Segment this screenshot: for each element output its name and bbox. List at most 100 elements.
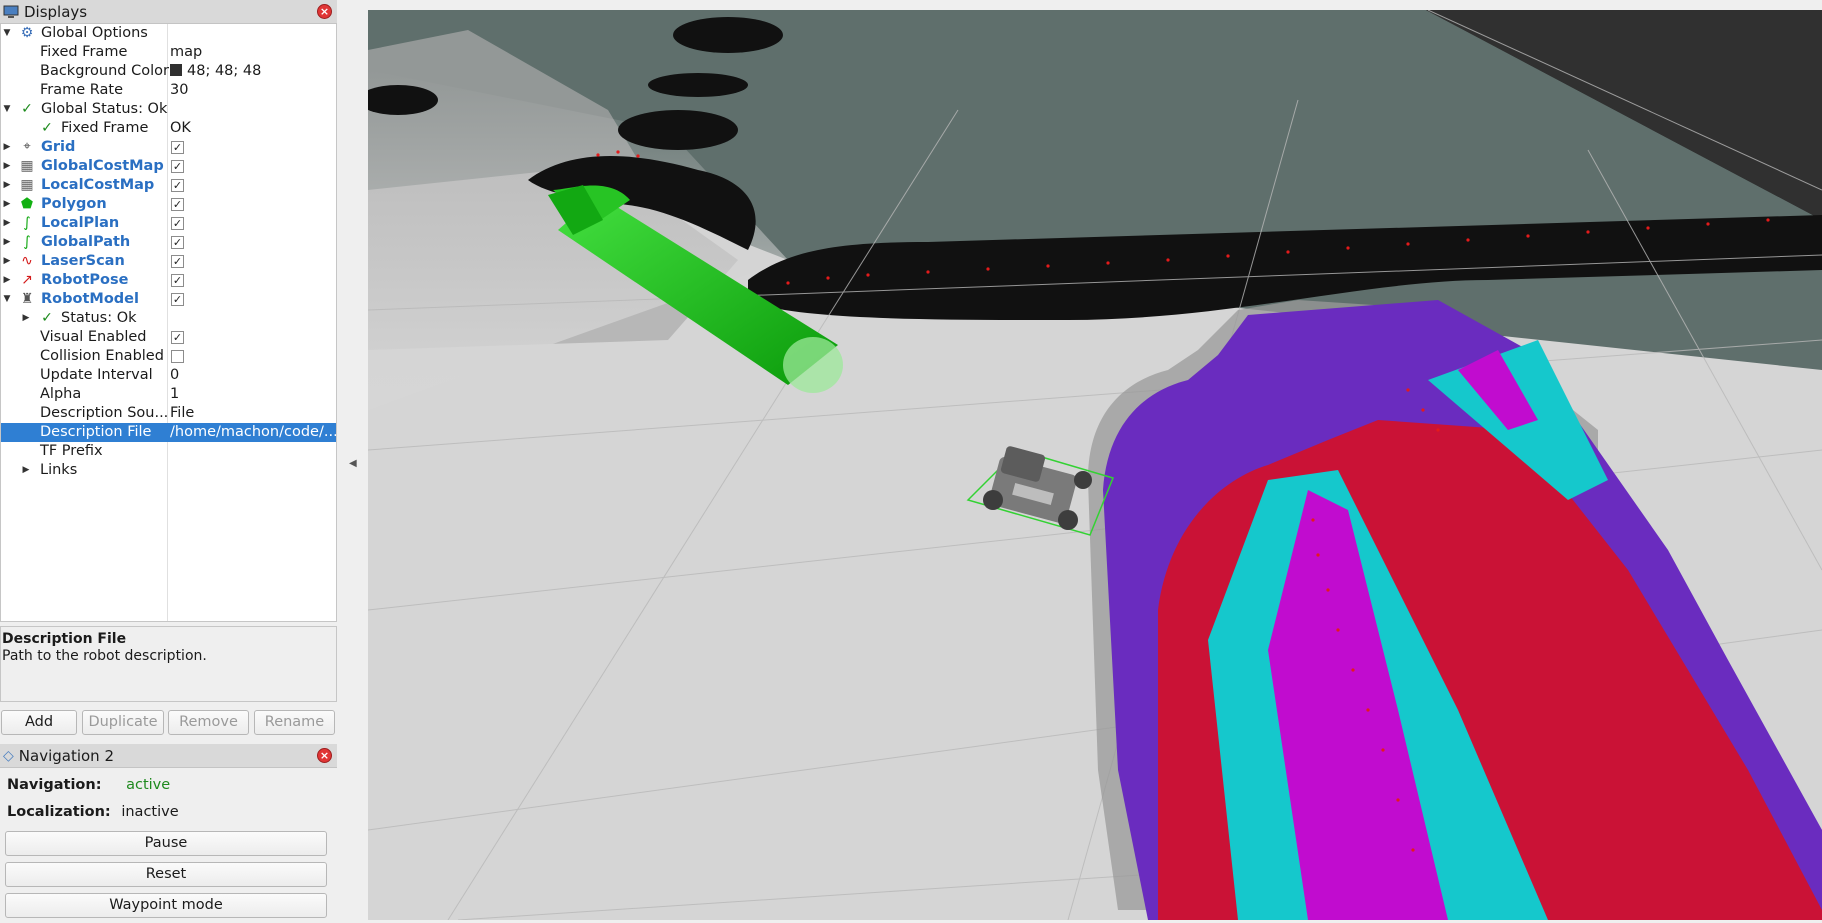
tree-label: Visual Enabled bbox=[40, 329, 147, 345]
tree-row-polygon[interactable]: ▶ ⬟ Polygon ✓ bbox=[1, 195, 336, 214]
collapse-arrow-icon[interactable]: ▶ bbox=[2, 176, 12, 195]
robot-pose-checkbox[interactable]: ✓ bbox=[171, 274, 184, 287]
update-interval-value[interactable]: 0 bbox=[170, 366, 336, 385]
local-costmap-checkbox[interactable]: ✓ bbox=[171, 179, 184, 192]
color-swatch bbox=[170, 64, 182, 76]
tree-label: Update Interval bbox=[40, 367, 153, 383]
polygon-checkbox[interactable]: ✓ bbox=[171, 198, 184, 211]
tree-row-links[interactable]: ▶ Links bbox=[1, 461, 336, 480]
tree-row-frame-rate[interactable]: Frame Rate 30 bbox=[1, 81, 336, 100]
collapse-arrow-icon[interactable]: ▶ bbox=[2, 233, 12, 252]
path-icon: ∫ bbox=[23, 215, 31, 231]
fixed-frame-value[interactable]: map bbox=[170, 43, 336, 62]
global-costmap-checkbox[interactable]: ✓ bbox=[171, 160, 184, 173]
collapse-arrow-icon[interactable]: ▶ bbox=[21, 461, 31, 480]
tree-row-grid[interactable]: ▶ ⌖ Grid ✓ bbox=[1, 138, 336, 157]
tree-row-global-options[interactable]: ▼ ⚙ Global Options bbox=[1, 24, 336, 43]
frame-rate-value[interactable]: 30 bbox=[170, 81, 336, 100]
collapse-arrow-icon[interactable]: ▶ bbox=[2, 157, 12, 176]
robot-icon: ♜ bbox=[20, 291, 34, 307]
remove-button[interactable]: Remove bbox=[168, 710, 249, 735]
displays-panel: Displays × ▼ ⚙ Global Options Fixed Fram… bbox=[0, 0, 337, 740]
close-navigation-button[interactable]: × bbox=[317, 748, 332, 763]
tree-row-laser-scan[interactable]: ▶ ∿ LaserScan ✓ bbox=[1, 252, 336, 271]
collapse-arrow-icon[interactable]: ▶ bbox=[2, 214, 12, 233]
tree-label: Fixed Frame bbox=[40, 44, 128, 60]
collapse-arrow-icon[interactable]: ▶ bbox=[2, 271, 12, 290]
tree-label: Frame Rate bbox=[40, 82, 124, 98]
tree-row-local-costmap[interactable]: ▶ ▦ LocalCostMap ✓ bbox=[1, 176, 336, 195]
tree-row-visual-enabled[interactable]: Visual Enabled ✓ bbox=[1, 328, 336, 347]
tree-row-fixed-frame-status[interactable]: ✓ Fixed Frame OK bbox=[1, 119, 336, 138]
collision-enabled-checkbox[interactable] bbox=[171, 350, 184, 363]
waypoint-mode-button[interactable]: Waypoint mode bbox=[5, 893, 327, 918]
render-viewport[interactable] bbox=[368, 10, 1822, 920]
reset-button[interactable]: Reset bbox=[5, 862, 327, 887]
localization-value: inactive bbox=[121, 804, 179, 820]
tree-row-global-costmap[interactable]: ▶ ▦ GlobalCostMap ✓ bbox=[1, 157, 336, 176]
tree-row-global-status[interactable]: ▼ ✓ Global Status: Ok bbox=[1, 100, 336, 119]
tree-label: Description File bbox=[40, 424, 152, 440]
background-color-value[interactable]: 48; 48; 48 bbox=[170, 62, 336, 81]
display-tree[interactable]: ▼ ⚙ Global Options Fixed Frame map Backg… bbox=[0, 24, 337, 622]
tree-row-robot-model[interactable]: ▼ ♜ RobotModel ✓ bbox=[1, 290, 336, 309]
add-button[interactable]: Add bbox=[1, 710, 77, 735]
check-icon: ✓ bbox=[21, 101, 33, 117]
property-description: Description File Path to the robot descr… bbox=[0, 626, 337, 702]
obstacle-blob-3 bbox=[648, 73, 748, 97]
tree-label: GlobalCostMap bbox=[41, 158, 164, 174]
tree-label: LocalCostMap bbox=[41, 177, 155, 193]
collapse-arrow-icon[interactable]: ▶ bbox=[2, 195, 12, 214]
navigation-status: Navigation: active bbox=[7, 777, 170, 793]
polygon-icon: ⬟ bbox=[20, 196, 34, 212]
navigation-value: active bbox=[126, 777, 171, 793]
tree-label: Fixed Frame bbox=[61, 120, 149, 136]
tree-row-robot-pose[interactable]: ▶ ↗ RobotPose ✓ bbox=[1, 271, 336, 290]
display-button-row: Add Duplicate Remove Rename bbox=[0, 710, 337, 735]
collapse-left-icon[interactable]: ◀ bbox=[349, 458, 357, 469]
tree-row-collision-enabled[interactable]: Collision Enabled bbox=[1, 347, 336, 366]
tree-row-description-file[interactable]: Description File /home/machon/code/... bbox=[1, 423, 336, 442]
tree-label: Description Sou... bbox=[40, 405, 169, 421]
tree-row-update-interval[interactable]: Update Interval 0 bbox=[1, 366, 336, 385]
tree-row-local-plan[interactable]: ▶ ∫ LocalPlan ✓ bbox=[1, 214, 336, 233]
panel-splitter[interactable]: ◀ bbox=[337, 0, 368, 923]
obstacle-blob-2 bbox=[618, 110, 738, 150]
global-path-checkbox[interactable]: ✓ bbox=[171, 236, 184, 249]
grid-checkbox[interactable]: ✓ bbox=[171, 141, 184, 154]
tree-row-tf-prefix[interactable]: TF Prefix bbox=[1, 442, 336, 461]
collapse-arrow-icon[interactable]: ▶ bbox=[21, 309, 31, 328]
collapse-arrow-icon[interactable]: ▶ bbox=[2, 138, 12, 157]
obstacle-blob-1 bbox=[673, 17, 783, 53]
tree-label: LocalPlan bbox=[41, 215, 120, 231]
pause-button[interactable]: Pause bbox=[5, 831, 327, 856]
description-source-value[interactable]: File bbox=[170, 404, 336, 423]
tree-label: GlobalPath bbox=[41, 234, 131, 250]
tree-label: Background Color bbox=[40, 63, 169, 79]
tree-row-fixed-frame[interactable]: Fixed Frame map bbox=[1, 43, 336, 62]
localization-status: Localization: inactive bbox=[7, 804, 179, 820]
close-displays-button[interactable]: × bbox=[317, 4, 332, 19]
description-file-value[interactable]: /home/machon/code/... bbox=[170, 423, 336, 442]
tree-row-description-source[interactable]: Description Sou... File bbox=[1, 404, 336, 423]
pose-icon: ↗ bbox=[21, 272, 33, 288]
rename-button[interactable]: Rename bbox=[254, 710, 335, 735]
collapse-arrow-icon[interactable]: ▶ bbox=[2, 252, 12, 271]
expand-arrow-icon[interactable]: ▼ bbox=[2, 100, 12, 119]
tree-label: Status: Ok bbox=[61, 310, 137, 326]
visual-enabled-checkbox[interactable]: ✓ bbox=[171, 331, 184, 344]
duplicate-button[interactable]: Duplicate bbox=[82, 710, 164, 735]
tree-row-alpha[interactable]: Alpha 1 bbox=[1, 385, 336, 404]
robot-model-checkbox[interactable]: ✓ bbox=[171, 293, 184, 306]
expand-arrow-icon[interactable]: ▼ bbox=[2, 24, 12, 43]
local-plan-checkbox[interactable]: ✓ bbox=[171, 217, 184, 230]
nav-diamond-icon: ◇ bbox=[3, 747, 14, 764]
displays-title: Displays bbox=[24, 2, 88, 21]
laser-scan-checkbox[interactable]: ✓ bbox=[171, 255, 184, 268]
description-title: Description File bbox=[2, 631, 127, 647]
tree-row-robot-status[interactable]: ▶ ✓ Status: Ok bbox=[1, 309, 336, 328]
expand-arrow-icon[interactable]: ▼ bbox=[2, 290, 12, 309]
alpha-value[interactable]: 1 bbox=[170, 385, 336, 404]
tree-row-global-path[interactable]: ▶ ∫ GlobalPath ✓ bbox=[1, 233, 336, 252]
tree-row-background-color[interactable]: Background Color 48; 48; 48 bbox=[1, 62, 336, 81]
